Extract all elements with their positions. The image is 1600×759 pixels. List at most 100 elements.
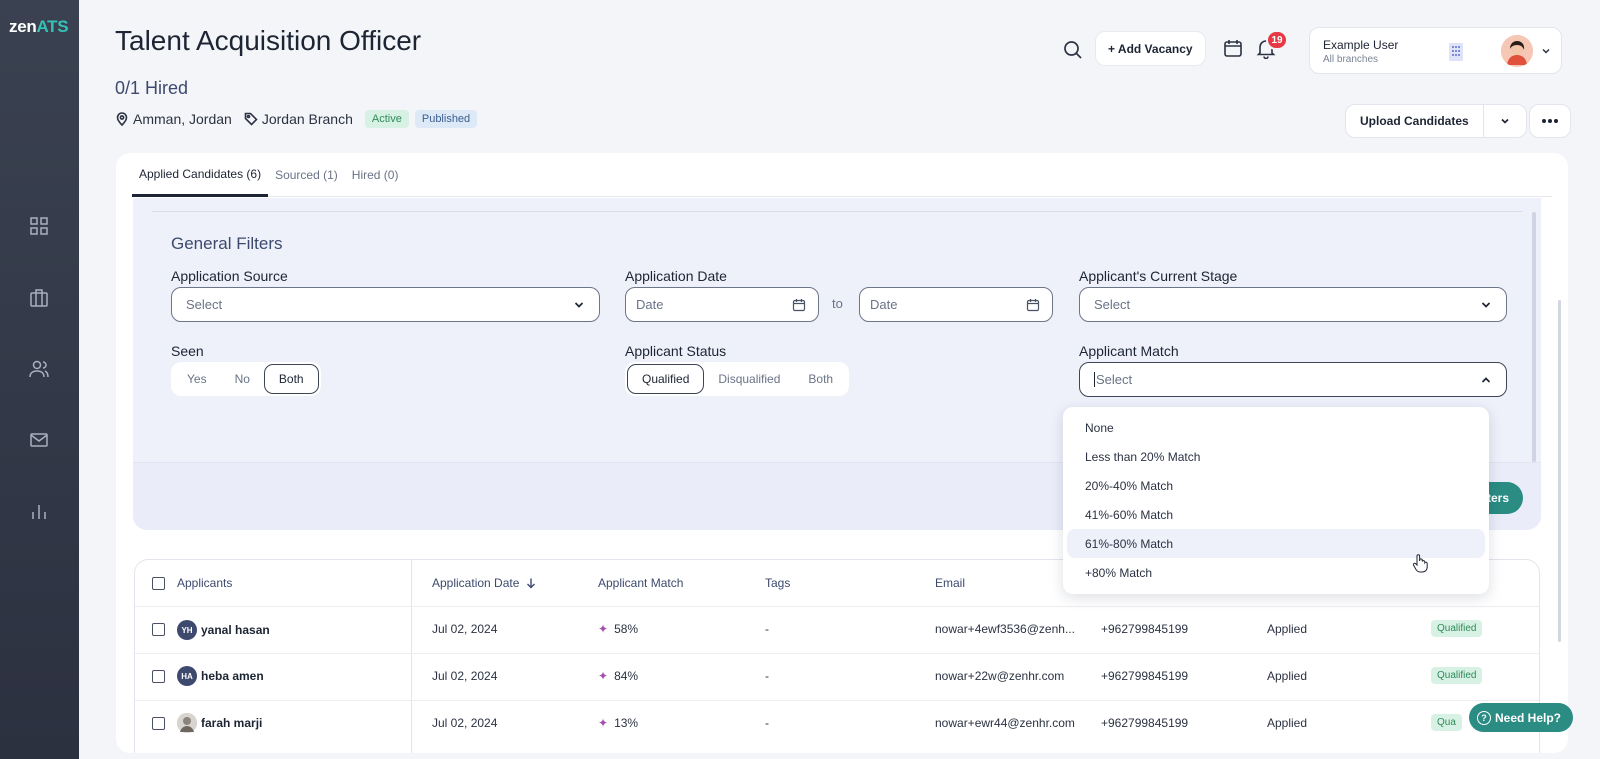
status-option-disqualified[interactable]: Disqualified bbox=[704, 364, 794, 394]
application-date-cell: Jul 02, 2024 bbox=[432, 669, 498, 683]
application-date-cell: Jul 02, 2024 bbox=[432, 622, 498, 636]
job-title: Talent Acquisition Officer bbox=[115, 25, 422, 56]
select-all-checkbox[interactable] bbox=[152, 577, 165, 590]
calendar-icon bbox=[1026, 299, 1040, 312]
divider bbox=[135, 653, 1539, 654]
upload-candidates-button[interactable]: Upload Candidates bbox=[1346, 105, 1484, 137]
applicant-name[interactable]: yanal hasan bbox=[201, 623, 270, 637]
seen-option-no[interactable]: No bbox=[221, 364, 264, 394]
chevron-down-icon bbox=[1501, 118, 1509, 124]
match-option-41-60[interactable]: 41%-60% Match bbox=[1067, 500, 1485, 529]
hired-count: 0/1 Hired bbox=[115, 78, 189, 98]
user-name: Example User bbox=[1323, 38, 1399, 52]
app-logo[interactable]: zenATS bbox=[9, 17, 69, 37]
status-option-both[interactable]: Both bbox=[794, 364, 847, 394]
chevron-down-icon bbox=[1481, 302, 1491, 308]
applicant-cell[interactable]: HA heba amen bbox=[177, 664, 264, 688]
match-option-20-40[interactable]: 20%-40% Match bbox=[1067, 471, 1485, 500]
need-help-button[interactable]: ? Need Help? bbox=[1469, 703, 1574, 732]
phone-cell: +962799845199 bbox=[1101, 622, 1189, 636]
match-value: 58% bbox=[614, 622, 639, 636]
application-date-from[interactable]: Date bbox=[625, 287, 819, 322]
status-badge: Qua bbox=[1431, 714, 1462, 731]
calendar-icon[interactable] bbox=[1222, 37, 1244, 59]
date-to-placeholder: Date bbox=[870, 297, 898, 312]
application-date-cell: Jul 02, 2024 bbox=[432, 716, 498, 730]
applicant-match-label: Applicant Match bbox=[1079, 343, 1179, 359]
stage-cell: Applied bbox=[1267, 622, 1308, 636]
seen-label: Seen bbox=[171, 343, 204, 359]
column-divider bbox=[411, 560, 412, 753]
match-star-icon: ✦ bbox=[598, 716, 609, 730]
header-applicants[interactable]: Applicants bbox=[177, 560, 232, 606]
tab-hired[interactable]: Hired (0) bbox=[345, 153, 406, 197]
location-text: Amman, Jordan bbox=[133, 111, 232, 127]
status-badge-published: Published bbox=[414, 110, 478, 128]
header-application-date[interactable]: Application Date bbox=[432, 560, 537, 606]
briefcase-icon[interactable] bbox=[28, 287, 50, 309]
upload-options-button[interactable] bbox=[1484, 105, 1526, 137]
row-checkbox[interactable] bbox=[152, 717, 165, 730]
applicant-cell[interactable]: YH yanal hasan bbox=[177, 618, 270, 642]
dashboard-icon[interactable] bbox=[28, 215, 50, 237]
email-cell[interactable]: nowar+ewr44@zenhr.com bbox=[935, 716, 1075, 730]
applicant-name[interactable]: heba amen bbox=[201, 669, 264, 683]
seen-option-both[interactable]: Both bbox=[263, 364, 319, 394]
applicant-match-cell: ✦ 13% bbox=[598, 716, 638, 730]
applicant-match-select[interactable]: Select bbox=[1079, 362, 1507, 397]
email-cell[interactable]: nowar+4ewf3536@zenh... bbox=[935, 622, 1075, 636]
more-horizontal-icon bbox=[1542, 119, 1558, 123]
status-badge-active: Active bbox=[364, 110, 409, 128]
chevron-up-icon bbox=[1481, 377, 1491, 383]
divider bbox=[135, 700, 1539, 701]
search-icon[interactable] bbox=[1062, 39, 1084, 61]
tags-cell: - bbox=[765, 669, 769, 683]
tab-applied-candidates[interactable]: Applied Candidates (6) bbox=[132, 153, 269, 197]
tags-cell: - bbox=[765, 622, 769, 636]
match-option-less-than-20[interactable]: Less than 20% Match bbox=[1067, 442, 1485, 471]
user-menu[interactable]: Example User All branches bbox=[1309, 27, 1562, 74]
applicant-status-label: Applicant Status bbox=[625, 343, 727, 359]
applicant-match-value: Select bbox=[1096, 372, 1133, 387]
job-branch: Jordan Branch bbox=[244, 111, 353, 127]
match-option-none[interactable]: None bbox=[1067, 413, 1485, 442]
candidate-tabs: Applied Candidates (6) Sourced (1) Hired… bbox=[132, 153, 1552, 197]
applicant-match-cell: ✦ 84% bbox=[598, 669, 638, 683]
need-help-label: Need Help? bbox=[1495, 710, 1562, 725]
applicant-name[interactable]: farah marji bbox=[201, 716, 262, 730]
reports-icon[interactable] bbox=[28, 501, 50, 523]
date-from-placeholder: Date bbox=[636, 297, 664, 312]
current-stage-select[interactable]: Select bbox=[1079, 287, 1507, 322]
filters-scrollbar[interactable] bbox=[1532, 212, 1536, 462]
application-source-select[interactable]: Select bbox=[171, 287, 600, 322]
seen-option-yes[interactable]: Yes bbox=[173, 364, 221, 394]
email-cell[interactable]: nowar+22w@zenhr.com bbox=[935, 669, 1064, 683]
status-option-qualified[interactable]: Qualified bbox=[627, 364, 705, 394]
stage-cell: Applied bbox=[1267, 716, 1308, 730]
tab-sourced[interactable]: Sourced (1) bbox=[268, 153, 345, 197]
add-vacancy-button[interactable]: + Add Vacancy bbox=[1095, 31, 1206, 66]
row-checkbox[interactable] bbox=[152, 623, 165, 636]
application-source-label: Application Source bbox=[171, 268, 288, 284]
branch-text: Jordan Branch bbox=[261, 111, 353, 127]
row-checkbox[interactable] bbox=[152, 670, 165, 683]
application-date-to[interactable]: Date bbox=[859, 287, 1053, 322]
stage-cell: Applied bbox=[1267, 669, 1308, 683]
header-email[interactable]: Email bbox=[935, 560, 965, 606]
applicant-cell[interactable]: farah marji bbox=[177, 711, 262, 735]
hand-cursor-icon bbox=[1412, 554, 1428, 573]
general-filters-title: General Filters bbox=[171, 234, 283, 253]
avatar bbox=[177, 713, 197, 733]
users-icon[interactable] bbox=[28, 358, 50, 380]
match-value: 13% bbox=[614, 716, 639, 730]
logo-zen: zen bbox=[9, 17, 37, 36]
page-scrollbar[interactable] bbox=[1558, 300, 1561, 642]
calendar-icon bbox=[792, 299, 806, 312]
avatar: HA bbox=[177, 666, 197, 686]
mail-icon[interactable] bbox=[28, 429, 50, 451]
more-options-button[interactable] bbox=[1529, 104, 1571, 138]
sidebar: zenATS bbox=[0, 0, 79, 759]
chevron-down-icon bbox=[1542, 48, 1550, 54]
header-applicant-match[interactable]: Applicant Match bbox=[598, 560, 683, 606]
job-location: Amman, Jordan bbox=[115, 111, 232, 127]
